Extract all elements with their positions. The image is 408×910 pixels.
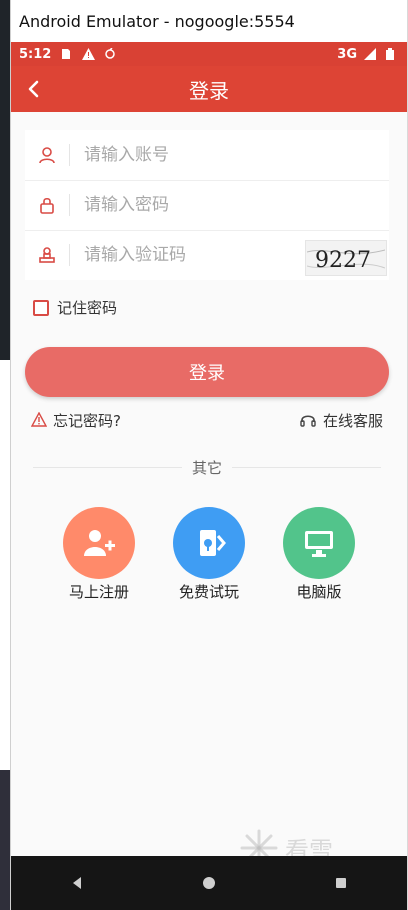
back-nav-button[interactable] (57, 863, 97, 903)
background-left-strip (0, 0, 10, 910)
remember-password[interactable]: 记住密码 (33, 297, 117, 318)
trial-icon (173, 507, 245, 579)
account-input[interactable] (82, 144, 286, 166)
warning-icon (81, 47, 95, 61)
square-recents-icon (336, 878, 346, 888)
bg-band-middle (0, 360, 10, 770)
back-button[interactable] (21, 76, 47, 102)
status-left: 5:12 (19, 47, 117, 62)
login-form: 9227 (25, 130, 389, 280)
register-label: 马上注册 (68, 583, 129, 601)
warning-triangle-icon (31, 412, 47, 427)
other-options: 马上注册 免费试玩 电脑版 (11, 507, 407, 607)
emulator-window: Android Emulator - nogoogle:5554 5:12 3G (10, 0, 407, 910)
signal-icon (363, 47, 377, 61)
account-row (25, 130, 389, 180)
free-trial-option[interactable]: 免费试玩 (169, 507, 249, 602)
remember-checkbox[interactable] (33, 299, 49, 316)
triangle-back-icon (73, 877, 81, 889)
divider-line-left (33, 466, 182, 468)
register-option[interactable]: 马上注册 (59, 507, 139, 602)
home-nav-button[interactable] (189, 863, 229, 903)
captcha-image[interactable]: 9227 (305, 240, 387, 276)
forgot-password-link[interactable]: 忘记密码? (31, 410, 121, 431)
app-bar: 登录 (11, 66, 407, 112)
captcha-separator (69, 244, 70, 266)
password-input[interactable] (82, 194, 286, 216)
captcha-row: 9227 (25, 230, 389, 280)
online-support-link[interactable]: 在线客服 (299, 410, 383, 431)
online-support-text: 在线客服 (322, 411, 383, 430)
captcha-graphic: 9227 (307, 248, 385, 273)
content-area: 9227 记住密码 登录 忘记密码? (11, 112, 407, 856)
desktop-icon (283, 507, 355, 579)
recents-nav-button[interactable] (321, 863, 361, 903)
others-label: 其它 (192, 458, 223, 477)
status-right: 3G (337, 47, 397, 62)
user-icon (25, 146, 69, 164)
captcha-text: 9227 (315, 248, 371, 273)
forgot-password-text: 忘记密码? (53, 411, 121, 430)
divider-line-right (232, 466, 382, 468)
headset-icon (300, 415, 316, 427)
password-separator (69, 194, 70, 216)
login-button[interactable]: 登录 (25, 347, 389, 397)
password-row (25, 180, 389, 230)
page-title: 登录 (189, 78, 229, 103)
bg-band-top (0, 0, 10, 360)
android-nav-bar (11, 856, 407, 910)
bg-band-bottom (0, 770, 10, 910)
stamp-icon (25, 246, 69, 264)
sd-card-icon (59, 47, 73, 61)
register-icon (63, 507, 135, 579)
others-divider: 其它 (33, 457, 382, 477)
sync-icon (103, 47, 117, 61)
desktop-label: 电脑版 (296, 583, 342, 601)
captcha-input[interactable] (82, 244, 286, 266)
account-separator (69, 144, 70, 166)
window-title: Android Emulator - nogoogle:5554 (19, 11, 295, 31)
desktop-option[interactable]: 电脑版 (279, 507, 359, 602)
help-links: 忘记密码? 在线客服 (31, 408, 383, 432)
remember-label: 记住密码 (57, 299, 118, 317)
lock-icon (25, 196, 69, 214)
free-trial-label: 免费试玩 (178, 583, 239, 601)
battery-icon (383, 47, 397, 61)
home-circle-icon (203, 877, 215, 889)
chevron-left-icon (28, 80, 39, 98)
window-titlebar: Android Emulator - nogoogle:5554 (11, 0, 407, 42)
android-status-bar: 5:12 3G (11, 42, 407, 66)
status-time: 5:12 (19, 46, 52, 62)
network-type: 3G (337, 46, 357, 62)
